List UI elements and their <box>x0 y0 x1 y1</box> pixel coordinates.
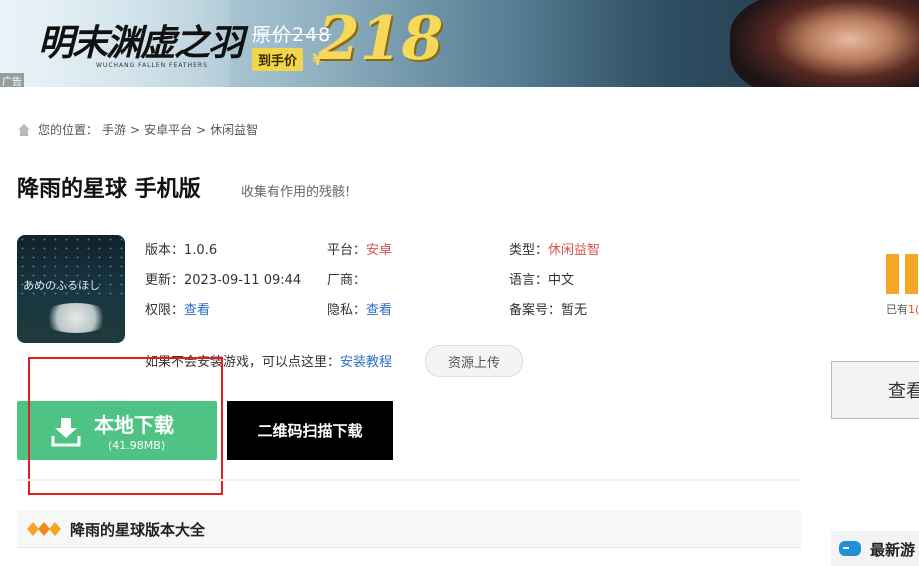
download-count: 已有1( <box>886 303 919 316</box>
breadcrumb-item-mobile-games[interactable]: 手游 <box>102 121 126 138</box>
qr-download-button[interactable]: 二维码扫描下载 <box>227 401 393 460</box>
view-button[interactable]: 查看 <box>831 361 919 419</box>
newest-games-title: 最新游 <box>870 541 916 559</box>
gamepad-icon <box>839 541 861 556</box>
breadcrumb-item-casual[interactable]: 休闲益智 <box>210 121 258 138</box>
newest-games-header: 最新游 <box>831 531 919 566</box>
info-record: 备案号：暂无 <box>509 303 588 318</box>
local-download-button[interactable]: 本地下载 (41.98MB) <box>17 401 217 460</box>
info-version: 版本：1.0.6 <box>145 243 218 258</box>
info-language: 语言：中文 <box>509 273 575 288</box>
app-icon-text: あめのふるほし <box>23 279 100 292</box>
page-subtitle: 收集有作用的残骸! <box>241 185 351 200</box>
privacy-link[interactable]: 查看 <box>366 303 392 318</box>
breadcrumb-sep: > <box>196 122 207 137</box>
versions-section-header: 降雨的星球版本大全 <box>17 511 801 548</box>
versions-section-title: 降雨的星球版本大全 <box>70 521 206 539</box>
home-icon <box>17 123 31 136</box>
permission-link[interactable]: 查看 <box>184 303 210 318</box>
install-tip: 如果不会安装游戏，可以点这里：安装教程 <box>145 355 393 370</box>
banner-character-art <box>730 0 919 87</box>
local-download-label: 本地下载 <box>94 413 174 437</box>
divider <box>17 479 801 481</box>
gamepad-wings-icon <box>27 522 61 536</box>
rating-bars-icon <box>886 254 919 294</box>
resource-upload-button[interactable]: 资源上传 <box>425 345 523 377</box>
banner-logo-sub: WUCHANG FALLEN FEATHERS <box>96 62 208 69</box>
page-title: 降雨的星球 手机版 <box>17 177 201 202</box>
breadcrumb-prefix: 您的位置： <box>38 123 99 137</box>
download-icon <box>51 418 81 447</box>
breadcrumb-item-android[interactable]: 安卓平台 <box>144 121 192 138</box>
ad-label: 广告 <box>0 73 24 87</box>
ad-banner[interactable]: 明末渊虚之羽 WUCHANG FALLEN FEATHERS 原价248 到手价… <box>0 0 919 87</box>
info-type: 类型：休闲益智 <box>509 243 601 258</box>
info-vendor: 厂商： <box>327 273 367 288</box>
info-permission: 权限：查看 <box>145 303 211 318</box>
info-updated: 更新：2023-09-11 09:44 <box>145 273 302 288</box>
banner-logo: 明末渊虚之羽 <box>38 22 244 64</box>
breadcrumb-sep: > <box>130 122 141 137</box>
local-download-size: (41.98MB) <box>108 439 166 452</box>
app-icon-flowers <box>41 303 111 333</box>
app-icon: あめのふるほし <box>17 235 125 343</box>
install-tutorial-link[interactable]: 安装教程 <box>340 355 392 370</box>
banner-price-tag: 到手价 <box>252 48 304 71</box>
info-privacy: 隐私：查看 <box>327 303 393 318</box>
banner-sale-price: 218 <box>318 4 444 74</box>
breadcrumb: 您的位置： 手游 > 安卓平台 > 休闲益智 <box>17 121 258 138</box>
info-platform: 平台：安卓 <box>327 243 393 258</box>
